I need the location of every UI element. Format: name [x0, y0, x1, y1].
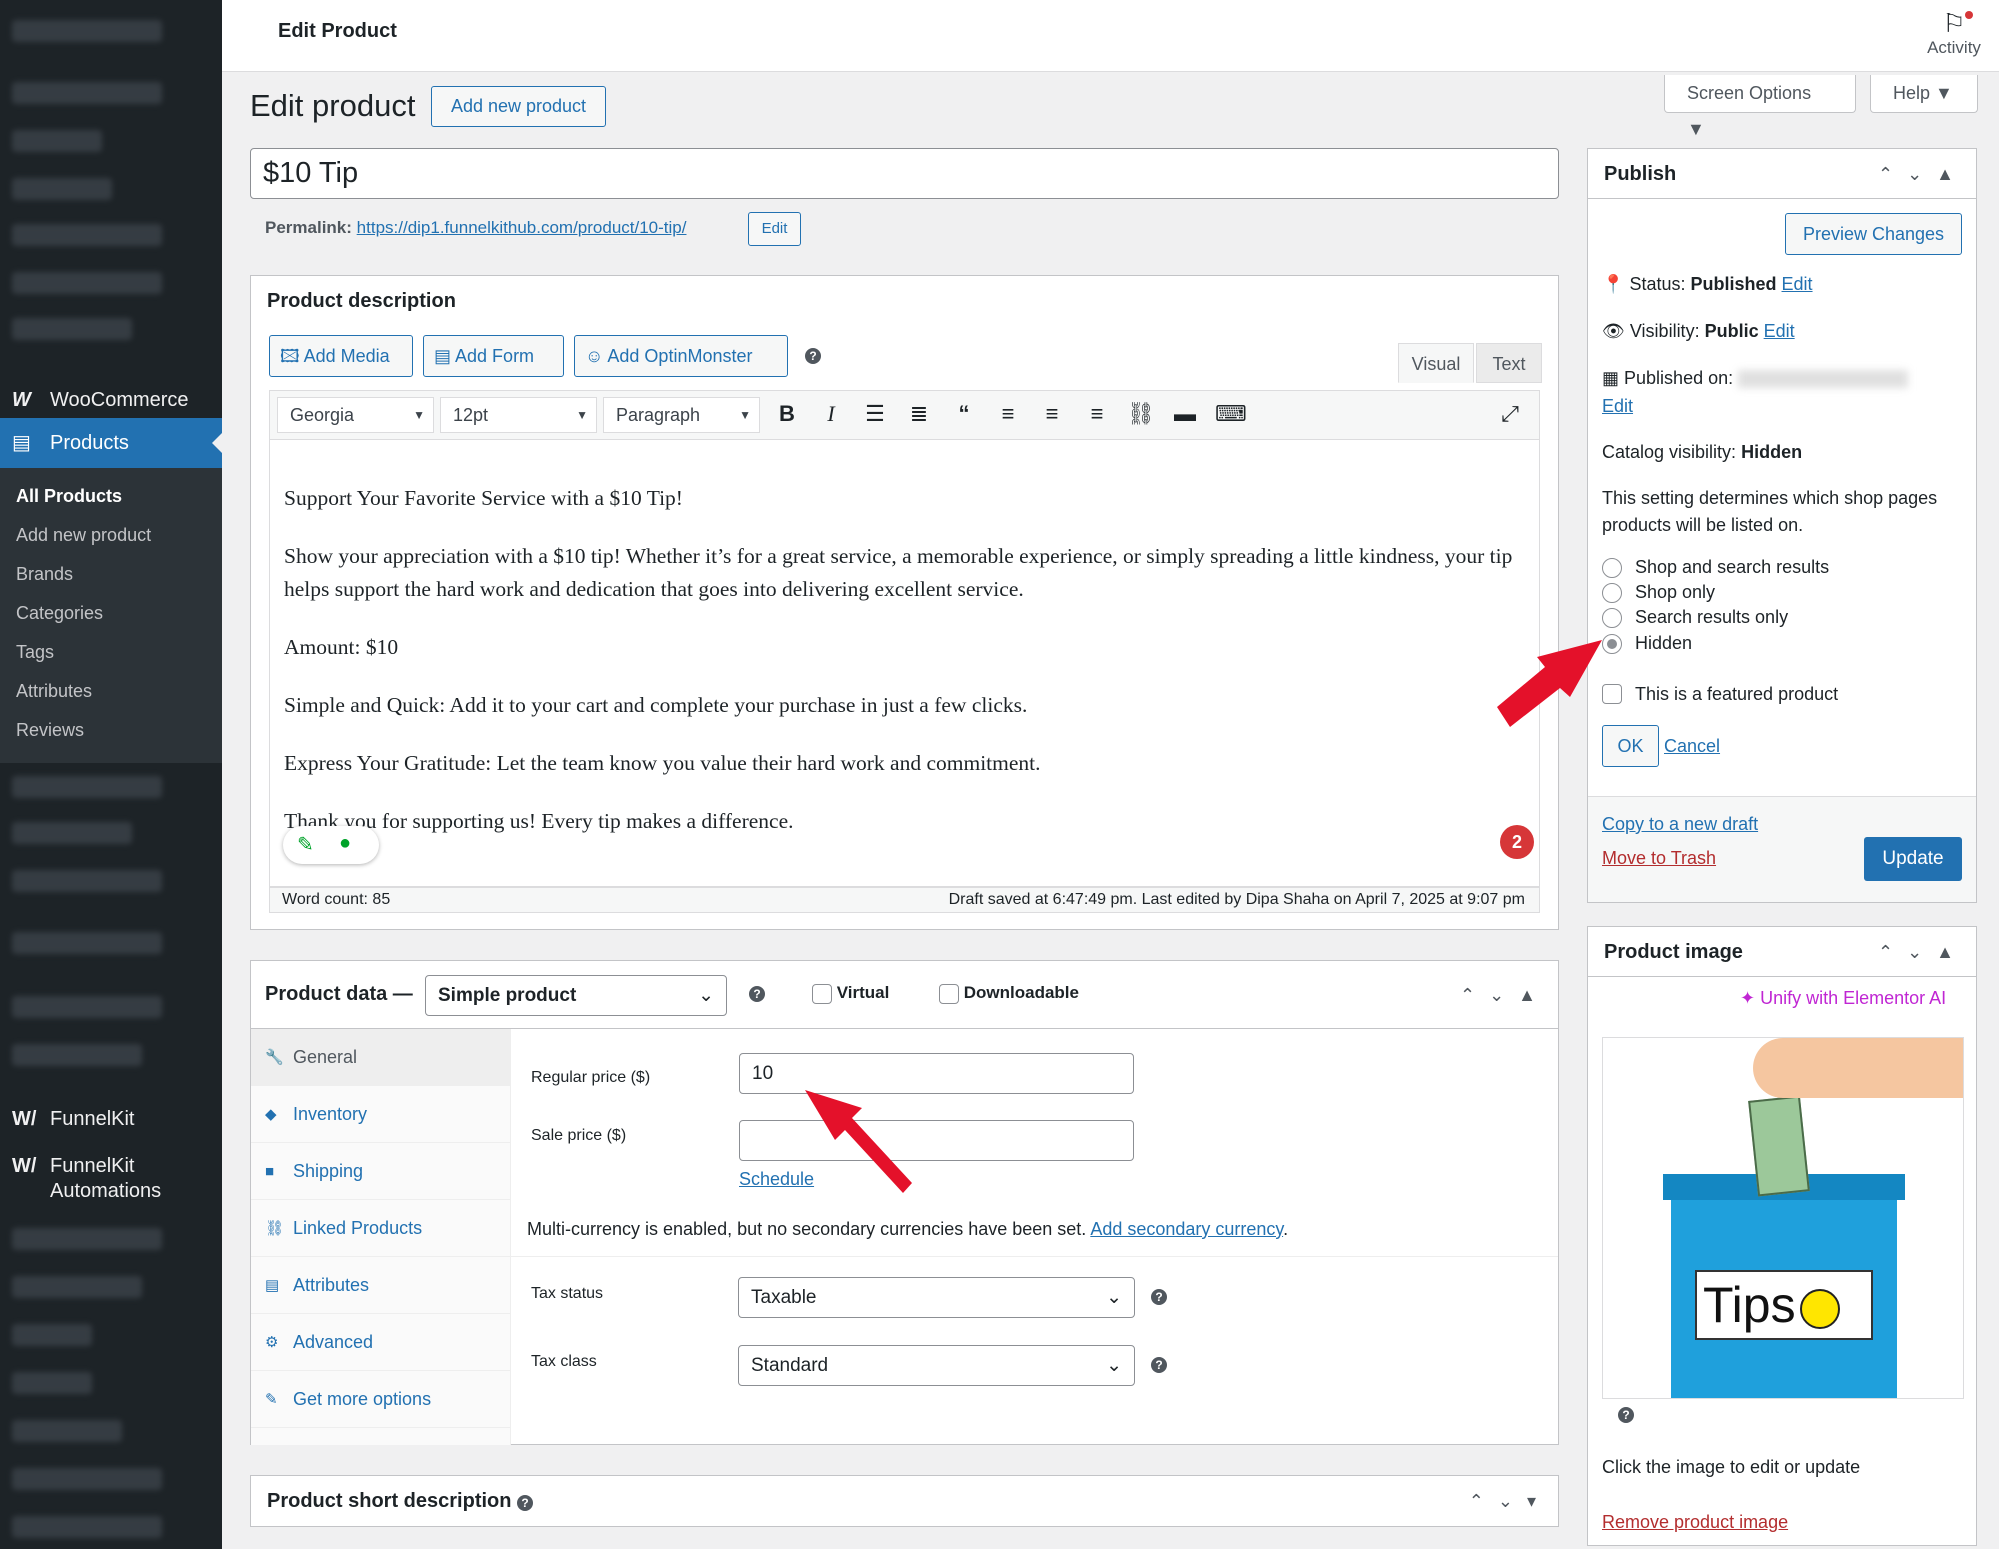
- arrow-to-hidden-icon: [1497, 640, 1602, 727]
- arrow-to-regular-price-icon: [805, 1090, 912, 1193]
- annotation-arrows: [805, 640, 1602, 1193]
